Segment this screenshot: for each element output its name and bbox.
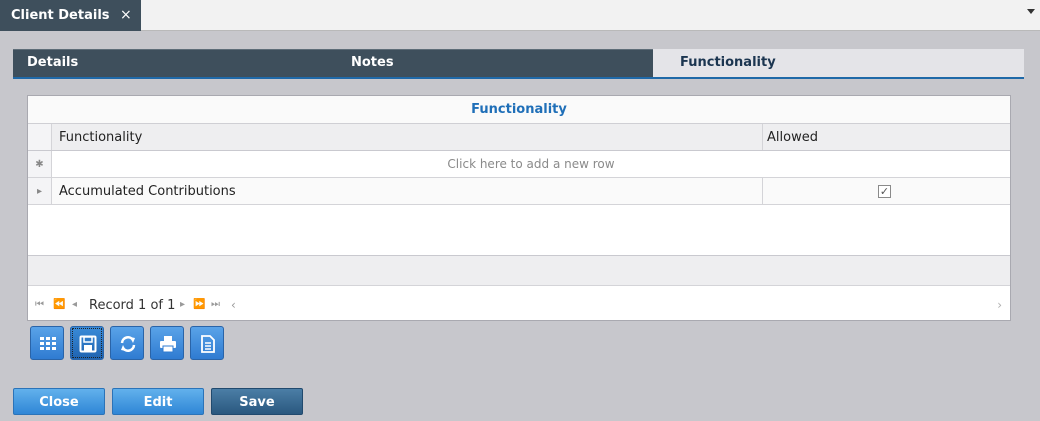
section-tabs: Details Notes Functionality xyxy=(13,49,1024,79)
document-icon xyxy=(201,335,215,353)
save-grid-button[interactable] xyxy=(70,326,104,360)
next-record-icon[interactable]: ▸ xyxy=(180,299,185,310)
print-icon xyxy=(160,336,176,353)
close-button[interactable]: Close xyxy=(13,388,105,415)
document-button[interactable] xyxy=(190,326,224,360)
row-expand-icon[interactable]: ▸ xyxy=(28,178,52,204)
document-tab-strip: Client Details × xyxy=(0,0,1040,31)
column-header-functionality[interactable]: Functionality xyxy=(52,124,763,150)
refresh-button[interactable] xyxy=(110,326,144,360)
tab-functionality[interactable]: Functionality xyxy=(653,49,1024,77)
add-row-hint[interactable]: Click here to add a new row xyxy=(52,151,1010,178)
scroll-right-icon[interactable]: › xyxy=(997,298,1002,312)
grid-header-row: Functionality Allowed xyxy=(28,124,1010,151)
chevron-down-icon[interactable] xyxy=(1027,9,1035,14)
section-tab-bar xyxy=(13,49,653,77)
cell-functionality[interactable]: Accumulated Contributions xyxy=(52,178,763,204)
grid-view-button[interactable] xyxy=(30,326,64,360)
tab-underline xyxy=(13,77,1024,79)
previous-page-icon[interactable]: ⏪ xyxy=(53,299,65,310)
save-icon xyxy=(79,335,97,353)
functionality-grid: Functionality Functionality Allowed ✱ Cl… xyxy=(27,95,1011,321)
grid-empty-area xyxy=(28,205,1010,256)
row-header-cell xyxy=(28,124,52,150)
new-row-marker-icon: ✱ xyxy=(28,151,52,177)
record-position: Record 1 of 1 xyxy=(89,298,176,313)
grid-footer-band xyxy=(28,256,1010,286)
tab-notes[interactable]: Notes xyxy=(351,49,394,77)
previous-record-icon[interactable]: ◂ xyxy=(72,299,77,310)
print-button[interactable] xyxy=(150,326,184,360)
add-new-row[interactable]: ✱ Click here to add a new row xyxy=(28,151,1010,178)
last-record-icon[interactable]: ⏭ xyxy=(211,299,220,310)
next-page-icon[interactable]: ⏩ xyxy=(193,299,205,310)
edit-button[interactable]: Edit xyxy=(112,388,204,415)
allowed-checkbox[interactable]: ✓ xyxy=(878,185,891,198)
scroll-left-icon[interactable]: ‹ xyxy=(231,298,236,312)
grid-view-icon xyxy=(40,337,56,350)
record-navigator: ⏮ ⏪ ◂ Record 1 of 1 ▸ ⏩ ⏭ ‹ › xyxy=(28,292,1010,320)
first-record-icon[interactable]: ⏮ xyxy=(35,299,44,310)
grid-title: Functionality xyxy=(28,96,1010,124)
tab-details[interactable]: Details xyxy=(27,49,78,77)
save-button[interactable]: Save xyxy=(211,388,303,415)
column-header-allowed[interactable]: Allowed xyxy=(763,124,1010,150)
document-tab-title: Client Details xyxy=(11,8,110,23)
document-tab-client-details[interactable]: Client Details × xyxy=(0,0,141,31)
close-tab-icon[interactable]: × xyxy=(120,0,132,31)
refresh-icon xyxy=(120,336,136,352)
cell-allowed[interactable]: ✓ xyxy=(763,178,1010,204)
table-row[interactable]: ▸ Accumulated Contributions ✓ xyxy=(28,178,1010,205)
